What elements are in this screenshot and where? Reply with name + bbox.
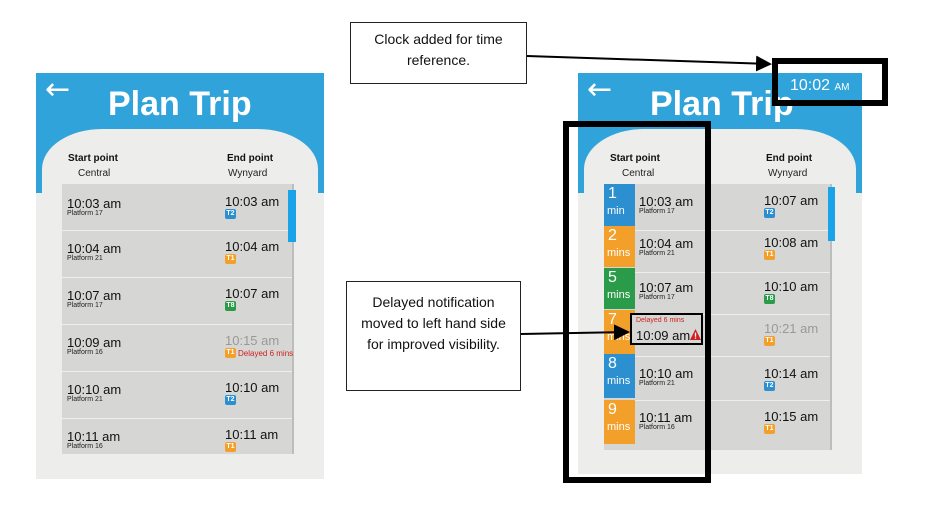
arrow-to-delay bbox=[520, 324, 630, 341]
arrow-to-clock bbox=[526, 55, 772, 72]
annotation-arrows bbox=[520, 55, 772, 341]
